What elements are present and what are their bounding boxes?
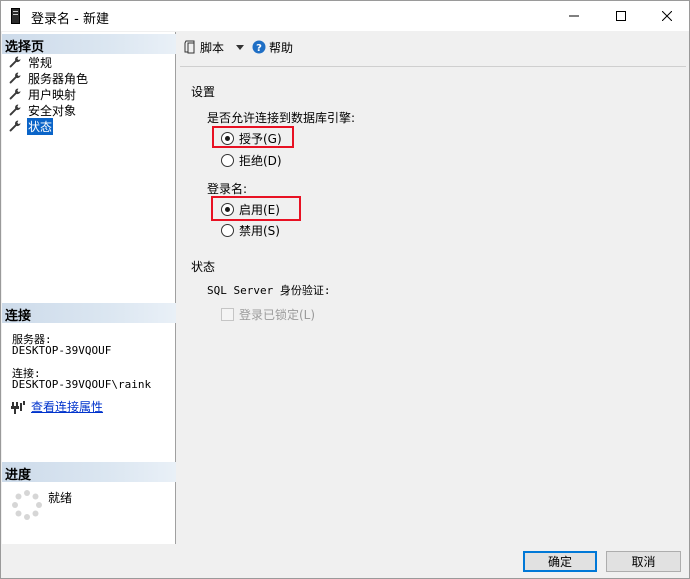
server-icon xyxy=(11,8,20,24)
settings-section-title: 设置 xyxy=(191,85,216,99)
view-connection-properties-link[interactable]: 查看连接属性 xyxy=(31,398,103,415)
page-item-server-roles[interactable]: 服务器角色 xyxy=(9,70,89,86)
maximize-icon xyxy=(616,11,626,21)
minimize-icon xyxy=(569,15,579,17)
svg-text:?: ? xyxy=(256,43,262,54)
wrench-icon xyxy=(9,88,21,100)
grant-radio[interactable]: 授予(G) xyxy=(221,130,282,147)
radio-button[interactable] xyxy=(221,132,234,145)
minimize-button[interactable] xyxy=(551,1,597,31)
deny-radio[interactable]: 拒绝(D) xyxy=(221,152,282,169)
server-value: DESKTOP-39VQOUF xyxy=(12,344,112,357)
radio-button[interactable] xyxy=(221,203,234,216)
page-item-user-mapping[interactable]: 用户映射 xyxy=(9,86,77,102)
page-item-general[interactable]: 常规 xyxy=(9,54,53,70)
page-item-label: 状态 xyxy=(25,116,55,136)
chevron-down-icon[interactable] xyxy=(236,44,245,50)
page-item-label: 服务器角色 xyxy=(28,71,89,86)
cancel-button[interactable]: 取消 xyxy=(606,551,681,572)
help-label: 帮助 xyxy=(269,40,294,55)
progress-header: 进度 xyxy=(2,462,176,483)
login-locked-label: 登录已锁定(L) xyxy=(239,308,316,322)
enable-label: 启用(E) xyxy=(239,203,280,217)
wrench-icon xyxy=(9,104,21,116)
help-button[interactable]: ? 帮助 xyxy=(252,39,293,56)
db-engine-question: 是否允许连接到数据库引擎: xyxy=(207,111,356,125)
right-pane: 脚本 ? 帮助 设置 是否允许连接到数据库引擎: 授予(G) 拒绝(D) 登录名… xyxy=(177,32,689,544)
disable-radio[interactable]: 禁用(S) xyxy=(221,222,280,239)
script-icon xyxy=(184,40,195,54)
connection-properties-icon xyxy=(11,400,25,414)
script-label: 脚本 xyxy=(200,40,225,55)
toolbar: 脚本 ? 帮助 xyxy=(177,32,689,62)
window-title: 登录名 - 新建 xyxy=(31,12,109,27)
enable-radio[interactable]: 启用(E) xyxy=(221,201,280,218)
deny-label: 拒绝(D) xyxy=(239,154,282,168)
connection-header: 连接 xyxy=(2,303,176,324)
status-section-title: 状态 xyxy=(191,260,216,274)
ok-button[interactable]: 确定 xyxy=(523,551,597,572)
login-label: 登录名: xyxy=(207,182,248,196)
page-item-status[interactable]: 状态 xyxy=(9,116,55,136)
login-new-dialog: 登录名 - 新建 选择页 常规 服务器角色 用户映射 安全对象 状态 连接 服务… xyxy=(0,0,690,579)
maximize-button[interactable] xyxy=(598,1,644,31)
select-page-header: 选择页 xyxy=(2,34,176,55)
page-item-label: 用户映射 xyxy=(28,87,77,102)
close-button[interactable] xyxy=(644,1,690,31)
wrench-icon xyxy=(9,72,21,84)
title-bar[interactable]: 登录名 - 新建 xyxy=(1,1,689,31)
settings-panel: 设置 是否允许连接到数据库引擎: 授予(G) 拒绝(D) 登录名: 启用(E) … xyxy=(180,66,686,542)
radio-button[interactable] xyxy=(221,224,234,237)
left-pane: 选择页 常规 服务器角色 用户映射 安全对象 状态 连接 服务器: DESKTO… xyxy=(2,32,176,544)
radio-button[interactable] xyxy=(221,154,234,167)
wrench-icon xyxy=(9,56,21,68)
close-icon xyxy=(662,11,672,21)
disable-label: 禁用(S) xyxy=(239,224,280,238)
sql-auth-label: SQL Server 身份验证: xyxy=(207,284,331,297)
connection-value: DESKTOP-39VQOUF\raink xyxy=(12,378,152,391)
help-icon: ? xyxy=(252,40,266,54)
progress-spinner-icon xyxy=(12,490,42,520)
script-button[interactable]: 脚本 xyxy=(183,39,224,56)
page-item-securables[interactable]: 安全对象 xyxy=(9,102,77,118)
page-item-label: 安全对象 xyxy=(28,103,77,118)
grant-label: 授予(G) xyxy=(239,132,282,146)
wrench-icon xyxy=(9,120,21,132)
login-locked-checkbox[interactable]: 登录已锁定(L) xyxy=(221,306,315,323)
progress-status: 就绪 xyxy=(48,491,73,505)
view-connection-properties[interactable]: 查看连接属性 xyxy=(11,398,103,415)
checkbox[interactable] xyxy=(221,308,234,321)
page-item-label: 常规 xyxy=(28,55,53,70)
